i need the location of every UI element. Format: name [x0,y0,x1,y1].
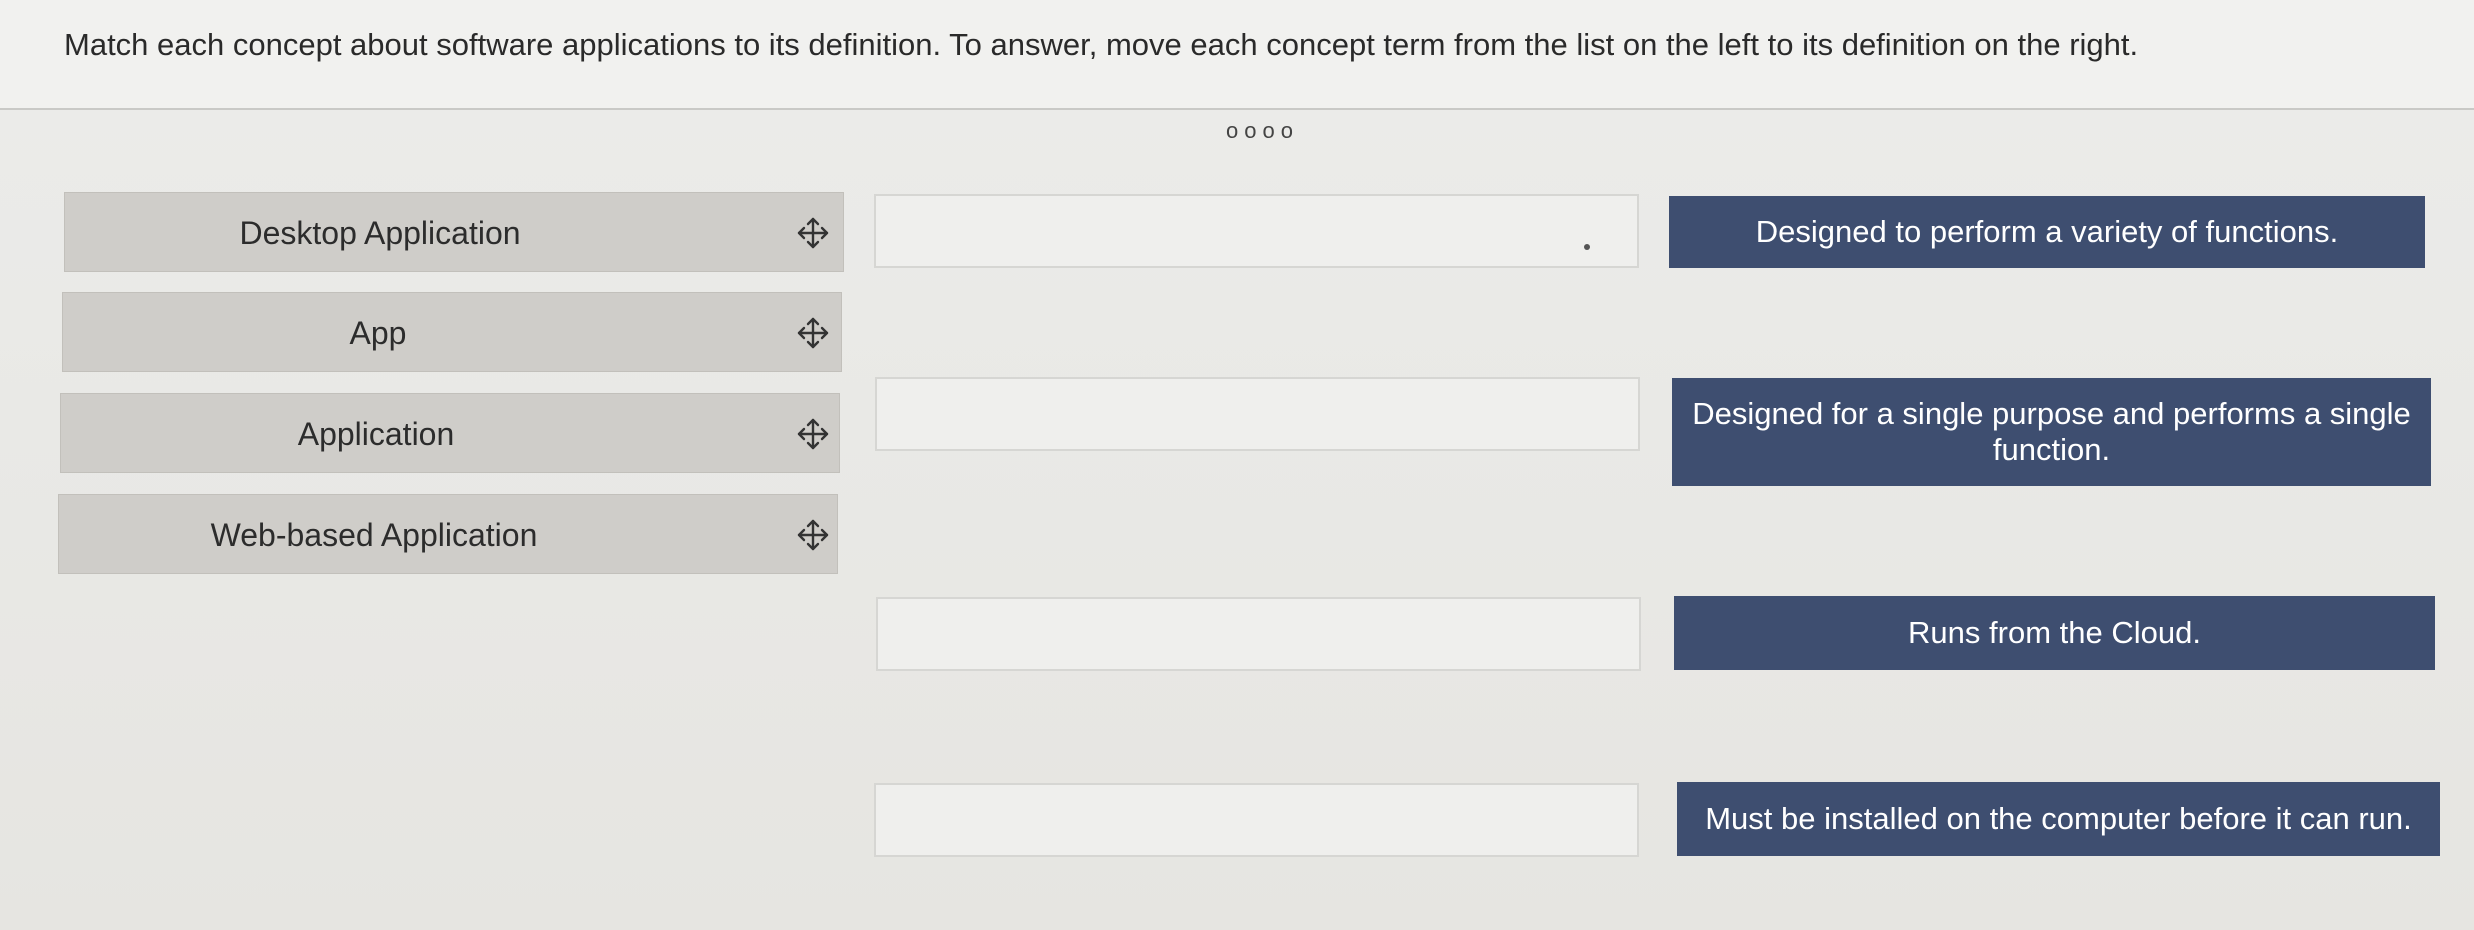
drop-slot-1[interactable] [874,194,1639,268]
instructions-banner: Match each concept about software applic… [0,0,2474,110]
move-icon[interactable] [795,416,831,452]
term-desktop-application[interactable]: Desktop Application [64,192,844,272]
term-app[interactable]: App [62,292,842,372]
drop-slot-4[interactable] [874,783,1639,857]
definition-must-be-installed: Must be installed on the computer before… [1677,782,2440,856]
move-icon[interactable] [795,517,831,553]
term-label: Web-based Application [210,517,538,553]
move-icon[interactable] [795,215,831,251]
definition-variety-of-functions: Designed to perform a variety of functio… [1669,196,2425,268]
term-label: Application [297,416,455,452]
move-icon[interactable] [795,315,831,351]
definition-runs-from-cloud: Runs from the Cloud. [1674,596,2435,670]
question-pager[interactable]: oooo [1226,118,1299,144]
term-web-based-application[interactable]: Web-based Application [58,494,838,574]
drop-slot-3[interactable] [876,597,1641,671]
cursor-dot [1584,244,1590,250]
term-label: Desktop Application [239,215,521,251]
drop-slot-2[interactable] [875,377,1640,451]
term-label: App [349,315,407,351]
term-application[interactable]: Application [60,393,840,473]
instructions-text: Match each concept about software applic… [64,27,2139,62]
definition-single-purpose: Designed for a single purpose and perfor… [1672,378,2431,486]
